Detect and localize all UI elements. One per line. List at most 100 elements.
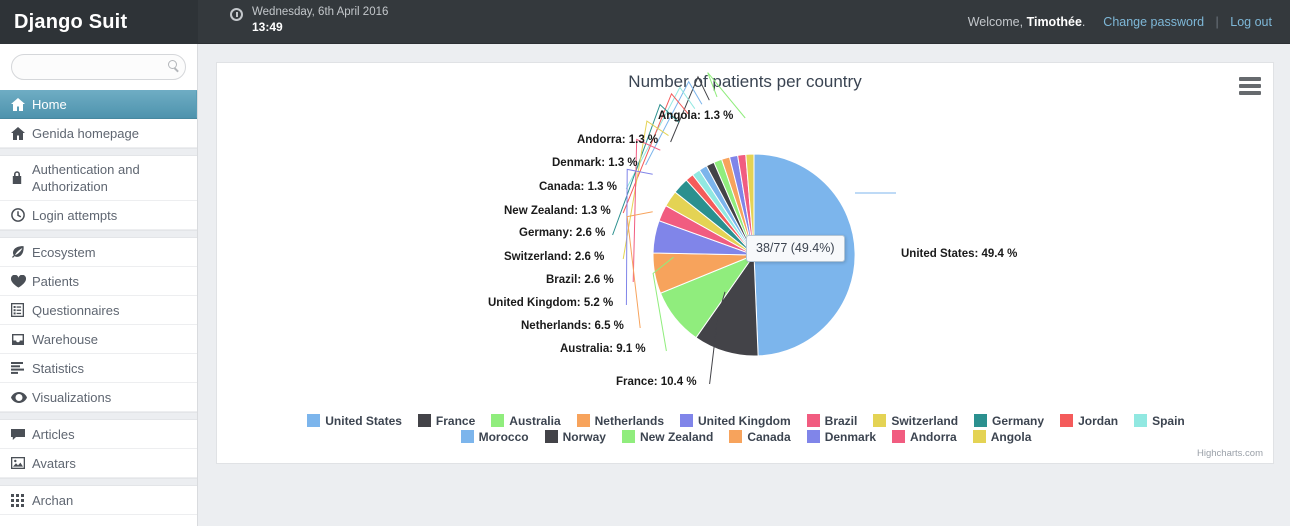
header-time: 13:49	[252, 20, 283, 34]
sidebar-item-articles[interactable]: Articles	[0, 420, 197, 449]
logout-link[interactable]: Log out	[1230, 15, 1272, 29]
sidebar-item-visualizations[interactable]: Visualizations	[0, 383, 197, 412]
pie-label: Andorra: 1.3 %	[577, 134, 659, 146]
legend-label: Norway	[562, 430, 606, 445]
legend-swatch	[892, 430, 906, 444]
header-user-area: Welcome, Timothée. Change password | Log…	[968, 0, 1276, 44]
sidebar-item-statistics[interactable]: Statistics	[0, 354, 197, 383]
sidebar-item-label: Patients	[32, 273, 79, 289]
legend-item[interactable]: United Kingdom	[680, 413, 791, 429]
search-input[interactable]	[12, 55, 185, 79]
legend-swatch	[1134, 414, 1148, 427]
legend-label: Morocco	[478, 430, 529, 445]
legend-item[interactable]: Jordan	[1060, 413, 1118, 429]
legend-label: Australia	[509, 414, 561, 428]
sidebar-group-divider	[0, 148, 197, 156]
pie-label: Switzerland: 2.6 %	[504, 251, 605, 263]
pie-label: Australia: 9.1 %	[560, 343, 646, 355]
legend-label: Brazil	[824, 414, 858, 428]
legend-item[interactable]: France	[417, 413, 475, 429]
legend-swatch	[806, 430, 820, 444]
legend-item[interactable]: Canada	[729, 429, 791, 445]
pie-label-connector	[645, 80, 703, 166]
legend-item[interactable]: Morocco	[460, 429, 529, 445]
header-datetime: Wednesday, 6th April 2016 13:49	[228, 5, 388, 35]
sidebar-item-label: Genida homepage	[32, 125, 139, 141]
sidebar-group-divider	[0, 412, 197, 420]
legend-swatch	[544, 430, 558, 444]
sidebar-item-label: Articles	[32, 426, 75, 442]
sidebar-item-login-attempts[interactable]: Login attempts	[0, 201, 197, 230]
legend-swatch	[576, 414, 590, 427]
legend-item[interactable]: Netherlands	[576, 413, 664, 429]
legend-item[interactable]: United States	[307, 413, 402, 429]
legend-item[interactable]: New Zealand	[621, 429, 714, 445]
clock-icon	[11, 208, 32, 222]
pie-label: Denmark: 1.3 %	[552, 157, 638, 169]
legend-item[interactable]: Norway	[544, 429, 606, 445]
chart-legend: United States France Australia Netherlands U…	[217, 413, 1275, 445]
sidebar-item-patients[interactable]: Patients	[0, 267, 197, 296]
pie-label: United Kingdom: 5.2 %	[488, 297, 614, 309]
header-separator: |	[1215, 15, 1219, 29]
content-panel: Number of patients per country Angola: 1…	[216, 62, 1274, 464]
legend-swatch	[729, 430, 743, 444]
sidebar-item-genida-homepage[interactable]: Genida homepage	[0, 119, 197, 148]
eye-icon	[11, 391, 32, 403]
sidebar-item-warehouse[interactable]: Warehouse	[0, 325, 197, 354]
sidebar-item-label: Visualizations	[32, 389, 112, 405]
legend-swatch	[307, 414, 321, 427]
list-icon	[11, 303, 32, 317]
legend-item[interactable]: Germany	[974, 413, 1044, 429]
sidebar-group-divider	[0, 230, 197, 238]
search-box[interactable]	[11, 54, 186, 80]
legend-label: Switzerland	[891, 414, 959, 428]
sidebar-item-label: Avatars	[32, 455, 76, 471]
legend-item[interactable]: Australia	[491, 413, 561, 429]
legend-swatch	[873, 414, 887, 427]
legend-item[interactable]: Andorra	[892, 429, 957, 445]
sidebar-nav: Home Genida homepage Authentication and Au…	[0, 90, 197, 515]
welcome-suffix: .	[1081, 15, 1086, 29]
change-password-link[interactable]: Change password	[1103, 15, 1204, 29]
sidebar-item-avatars[interactable]: Avatars	[0, 449, 197, 478]
sidebar-item-label: Login attempts	[32, 207, 118, 223]
pie-chart-svg	[612, 72, 896, 385]
legend-label: Spain	[1152, 414, 1185, 428]
legend-row: Morocco Norway New Zealand Canada Denmark And…	[217, 429, 1275, 445]
image-icon	[11, 457, 32, 469]
legend-label: United States	[325, 414, 402, 428]
pie-chart: Angola: 1.3 % Andorra: 1.3 % Denmark: 1.3 …	[217, 63, 1275, 465]
legend-swatch	[806, 414, 820, 427]
legend-label: Canada	[747, 430, 791, 445]
pie-label: Angola: 1.3 %	[658, 110, 734, 122]
home-icon	[11, 97, 32, 111]
legend-item[interactable]: Angola	[972, 429, 1032, 445]
chart-tooltip: 38/77 (49.4%)	[746, 235, 845, 262]
legend-label: Angola	[990, 430, 1032, 445]
sidebar-item-ecosystem[interactable]: Ecosystem	[0, 238, 197, 267]
legend-swatch	[621, 430, 635, 444]
legend-label: New Zealand	[639, 430, 714, 445]
pie-label: Germany: 2.6 %	[519, 227, 606, 239]
sidebar-item-label: Statistics	[32, 360, 85, 376]
sidebar-item-archan[interactable]: Archan	[0, 486, 197, 515]
legend-item[interactable]: Spain	[1134, 413, 1185, 429]
pie-label: Canada: 1.3 %	[539, 181, 617, 193]
sidebar-item-authentication-and-authorization[interactable]: Authentication and Authorization	[0, 156, 197, 201]
home-icon	[11, 126, 32, 140]
sidebar-item-label: Archan	[32, 492, 74, 508]
legend-item[interactable]: Switzerland	[873, 413, 958, 429]
sidebar-item-home[interactable]: Home	[0, 90, 197, 119]
inbox-icon	[11, 333, 32, 346]
legend-label: Andorra	[910, 430, 957, 445]
pie-label: United States: 49.4 %	[901, 248, 1018, 260]
pie-label: Brazil: 2.6 %	[546, 274, 614, 286]
legend-item[interactable]: Brazil	[806, 413, 858, 429]
sidebar-item-label: Home	[32, 96, 67, 112]
comment-icon	[11, 428, 32, 441]
legend-item[interactable]: Denmark	[806, 429, 876, 445]
sidebar-item-questionnaires[interactable]: Questionnaires	[0, 296, 197, 325]
sidebar-item-label: Questionnaires	[32, 302, 120, 318]
sidebar-search-wrap	[0, 44, 197, 90]
